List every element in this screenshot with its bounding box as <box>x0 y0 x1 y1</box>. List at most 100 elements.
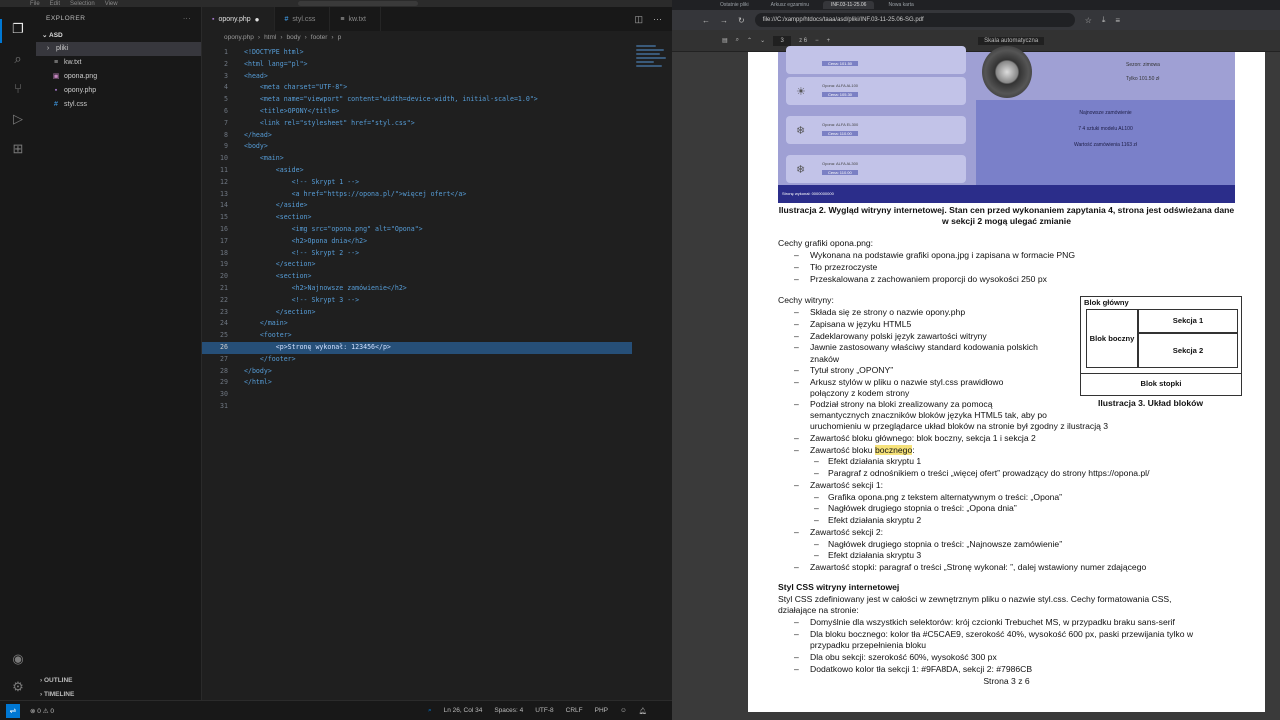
preview-price: Cena: 110.00 <box>822 131 858 136</box>
menu-file[interactable]: File <box>30 1 40 7</box>
code-line[interactable]: 23 </section> <box>202 307 632 319</box>
explorer-more-button[interactable]: ··· <box>183 15 191 29</box>
page-number-input[interactable]: 3 <box>773 35 792 46</box>
browser-tab[interactable]: Ostatnie pliki <box>712 1 757 9</box>
code-line[interactable]: 31 <box>202 401 632 413</box>
run-debug-icon[interactable]: ▷ <box>10 111 26 127</box>
editor-tabs: ▪ opony.php ● # styl.css ≡ kw.txt ◫ ⋯ <box>202 7 672 31</box>
line-ending[interactable]: CRLF <box>566 707 583 714</box>
file-item-styl-css[interactable]: # styl.css <box>36 98 201 112</box>
code-line[interactable]: 17 <h2>Opona dnia</h2> <box>202 236 632 248</box>
code-line[interactable]: 18 <!-- Skrypt 2 --> <box>202 248 632 260</box>
code-line[interactable]: 9 <body> <box>202 141 632 153</box>
code-line[interactable]: 25 <footer> <box>202 330 632 342</box>
notifications-bell-icon[interactable]: 🔔︎ <box>639 707 647 715</box>
code-line[interactable]: 2 <html lang="pl"> <box>202 59 632 71</box>
code-line[interactable]: 28 </body> <box>202 366 632 378</box>
code-line[interactable]: 19 </section> <box>202 259 632 271</box>
settings-gear-icon[interactable]: ⚙ <box>10 679 26 695</box>
code-line[interactable]: 20 <section> <box>202 271 632 283</box>
code-line[interactable]: 22 <!-- Skrypt 3 --> <box>202 295 632 307</box>
download-icon[interactable]: ⤓ <box>1102 15 1106 25</box>
code-line[interactable]: 10 <main> <box>202 153 632 165</box>
tab-opony-php[interactable]: ▪ opony.php ● <box>202 7 275 31</box>
code-line[interactable]: 1 <!DOCTYPE html> <box>202 47 632 59</box>
code-line[interactable]: 5 <meta name="viewport" content="width=d… <box>202 94 632 106</box>
breadcrumb-item[interactable]: p <box>338 34 342 41</box>
list-item-continued: uruchomieniu w przeglądarce układ bloków… <box>810 421 1109 431</box>
reload-icon[interactable]: ↻ <box>738 16 745 25</box>
breadcrumb-item[interactable]: body <box>287 34 301 41</box>
menu-edit[interactable]: Edit <box>50 1 60 7</box>
breadcrumb-item[interactable]: footer <box>311 34 328 41</box>
code-line[interactable]: 7 <link rel="stylesheet" href="styl.css"… <box>202 118 632 130</box>
zoom-select[interactable]: Skala automatyczna <box>978 36 1045 45</box>
back-arrow-icon[interactable]: ← <box>702 16 710 25</box>
code-line[interactable]: 11 <aside> <box>202 165 632 177</box>
zoom-in-icon[interactable]: + <box>827 38 831 44</box>
unsaved-dot-icon[interactable]: ● <box>255 15 260 24</box>
source-control-icon[interactable]: ⑂ <box>10 81 26 97</box>
find-icon[interactable]: ⌕ <box>736 37 739 44</box>
code-line[interactable]: 3 <head> <box>202 71 632 83</box>
browser-tab[interactable]: Arkusz egzaminu <box>763 1 817 9</box>
code-line[interactable]: 26 <p>Stronę wykonał: 123456</p> <box>202 341 632 354</box>
line-number: 31 <box>220 401 228 410</box>
file-item-pliki[interactable]: › pliki <box>36 42 201 56</box>
breadcrumb-item[interactable]: html <box>264 34 276 41</box>
cursor-position[interactable]: Ln 26, Col 34 <box>444 707 483 714</box>
code-line[interactable]: 30 <box>202 389 632 401</box>
zoom-out-icon[interactable]: − <box>815 38 819 44</box>
browser-tab-active[interactable]: INF.03-11-25.06 <box>822 1 875 9</box>
code-line[interactable]: 16 <img src="opona.png" alt="Opona"> <box>202 224 632 236</box>
file-item-kw-txt[interactable]: ≡ kw.txt <box>36 56 201 70</box>
code-line[interactable]: 13 <a href="https://opona.pl/">więcej of… <box>202 189 632 201</box>
code-line[interactable]: 27 </footer> <box>202 354 632 366</box>
problems-indicator[interactable]: ⊗ 0 ⚠ 0 <box>30 707 54 715</box>
code-line[interactable]: 21 <h2>Najnowsze zamówienie</h2> <box>202 283 632 295</box>
menu-view[interactable]: View <box>105 1 118 7</box>
outline-section[interactable]: › OUTLINE <box>36 674 202 688</box>
file-item-opony-php[interactable]: ▪ opony.php <box>36 84 201 98</box>
folder-asd[interactable]: ⌄ ASD <box>36 29 201 42</box>
command-center[interactable] <box>297 1 418 6</box>
feedback-icon[interactable]: ☺ <box>620 707 627 714</box>
tab-kw-txt[interactable]: ≡ kw.txt <box>330 7 381 31</box>
code-line[interactable]: 6 <title>OPONY</title> <box>202 106 632 118</box>
code-line[interactable]: 8 </head> <box>202 130 632 142</box>
code-line[interactable]: 24 </main> <box>202 318 632 330</box>
minimap[interactable] <box>632 43 672 103</box>
code-line[interactable]: 14 </aside> <box>202 200 632 212</box>
remote-icon[interactable]: ⇌ <box>6 703 20 718</box>
code-editor[interactable]: 1 <!DOCTYPE html> 2 <html lang="pl"> 3 <head>… <box>202 47 632 413</box>
menu-selection[interactable]: Selection <box>70 1 95 7</box>
split-editor-icon[interactable]: ◫ <box>634 14 643 25</box>
code-line[interactable]: 15 <section> <box>202 212 632 224</box>
extensions-icon[interactable]: ⊞ <box>10 141 26 157</box>
explorer-icon[interactable]: ❐ <box>10 21 26 37</box>
browser-menu-icon[interactable]: ≡ <box>1115 16 1120 25</box>
browser-tab[interactable]: Nowa karta <box>880 1 921 9</box>
page-down-icon[interactable]: ⌄ <box>760 37 765 44</box>
sidebar-toggle-icon[interactable]: ▤ <box>722 37 728 44</box>
tab-styl-css[interactable]: # styl.css <box>275 7 331 31</box>
code-line[interactable]: 12 <!-- Skrypt 1 --> <box>202 177 632 189</box>
file-item-opona-png[interactable]: ▣ opona.png <box>36 70 201 84</box>
dash-bullet: – <box>794 331 799 341</box>
code-line[interactable]: 4 <meta charset="UTF-8"> <box>202 82 632 94</box>
pdf-viewer[interactable]: Cena: 101.50 ☀ Opona: ALFA AL100 Cena: 1… <box>672 46 1280 720</box>
page-up-icon[interactable]: ⌃ <box>747 37 752 44</box>
forward-arrow-icon[interactable]: → <box>720 16 728 25</box>
bookmark-star-icon[interactable]: ☆ <box>1085 16 1092 25</box>
search-icon[interactable]: ⌕ <box>10 51 26 67</box>
breadcrumb-item[interactable]: opony.php <box>224 34 254 41</box>
address-bar[interactable]: file:///C:/xampp/htdocs/taaa/asd/pliki/I… <box>754 13 1075 27</box>
encoding[interactable]: UTF-8 <box>535 707 553 714</box>
pdf-toolbar: ▤ ⌕ ⌃ ⌄ 3 z 6 − + Skala automatyczna <box>672 30 1280 52</box>
indentation[interactable]: Spaces: 4 <box>494 707 523 714</box>
code-line[interactable]: 29 </html> <box>202 377 632 389</box>
more-actions-icon[interactable]: ⋯ <box>653 14 662 25</box>
account-icon[interactable]: ◉ <box>10 651 26 667</box>
zoom-search-icon[interactable]: ⌕ <box>428 707 432 715</box>
language-mode[interactable]: PHP <box>595 707 608 714</box>
